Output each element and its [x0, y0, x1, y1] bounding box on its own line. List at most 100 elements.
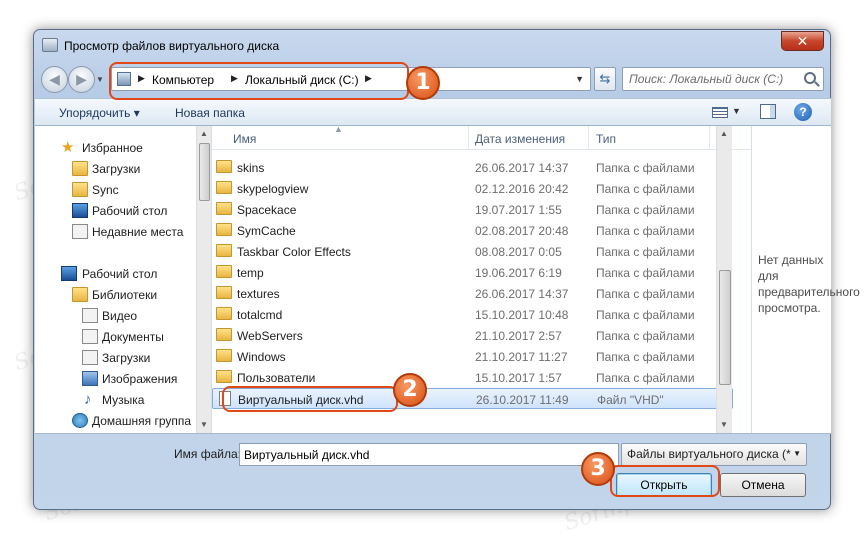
sidebar-item-label: Документы: [102, 330, 164, 344]
scroll-up-icon[interactable]: ▲: [200, 129, 208, 138]
toolbar: Упорядочить ▾ Новая папка ▼ ?: [35, 98, 831, 126]
preview-pane-icon[interactable]: [760, 104, 776, 119]
libraries-icon: [72, 287, 88, 302]
file-date: 02.08.2017 20:48: [475, 224, 569, 238]
file-type: Папка с файлами: [596, 329, 695, 343]
file-date: 21.10.2017 11:27: [475, 350, 568, 364]
folder-icon: [216, 328, 232, 341]
file-dialog-window: Просмотр файлов виртуального диска ✕ ◀ ▶…: [33, 29, 860, 510]
file-row[interactable]: totalcmd 15.10.2017 10:48 Папка с файлам…: [212, 304, 733, 325]
history-dropdown-icon[interactable]: ▼: [96, 75, 104, 84]
refresh-icon[interactable]: ⇆: [594, 67, 616, 91]
file-type: Папка с файлами: [596, 203, 695, 217]
search-box[interactable]: [622, 67, 824, 91]
file-type: Папка с файлами: [596, 182, 695, 196]
cancel-button[interactable]: Отмена: [720, 473, 806, 497]
file-name: Taskbar Color Effects: [237, 245, 351, 259]
pictures-icon: [82, 371, 98, 386]
filename-label: Имя файла:: [174, 447, 241, 461]
view-dropdown-icon[interactable]: ▼: [732, 106, 741, 116]
search-icon[interactable]: [804, 72, 816, 84]
downloads-folder-icon: [72, 161, 88, 176]
file-list-scroll-thumb[interactable]: [719, 270, 731, 385]
file-date: 08.08.2017 0:05: [475, 245, 562, 259]
file-name: temp: [237, 266, 264, 280]
filetype-select[interactable]: Файлы виртуального диска (* ▼: [621, 443, 807, 466]
window-title: Просмотр файлов виртуального диска: [64, 39, 280, 53]
folder-icon: [216, 160, 232, 173]
column-header: ▲ Имя Дата изменения Тип Р: [212, 124, 751, 150]
music-icon: ♪: [84, 391, 92, 408]
sort-arrow-icon: ▲: [334, 124, 343, 134]
folder-icon: [216, 223, 232, 236]
folder-icon: [72, 182, 88, 197]
file-row[interactable]: SymCache 02.08.2017 20:48 Папка с файлам…: [212, 220, 733, 241]
sidebar-scrollbar[interactable]: ▲ ▼: [196, 126, 211, 433]
scroll-down-icon[interactable]: ▼: [200, 420, 208, 429]
file-row[interactable]: skins 26.06.2017 14:37 Папка с файлами: [212, 157, 733, 178]
back-arrow-icon[interactable]: ◀: [41, 66, 68, 93]
callout-badge-3: 3: [581, 452, 615, 486]
organize-button[interactable]: Упорядочить ▾: [59, 106, 140, 120]
folder-icon: [216, 286, 232, 299]
forward-arrow-icon[interactable]: ▶: [68, 66, 95, 93]
content-area: ★ Избранное Загрузки Sync Рабочий стол Н…: [35, 124, 860, 434]
file-name: skins: [237, 161, 265, 175]
documents-icon: [82, 329, 98, 344]
title-bar[interactable]: Просмотр файлов виртуального диска ✕: [34, 30, 830, 60]
file-name: Windows: [237, 350, 286, 364]
file-row[interactable]: textures 26.06.2017 14:37 Папка с файлам…: [212, 283, 733, 304]
navigation-pane: ★ Избранное Загрузки Sync Рабочий стол Н…: [35, 126, 211, 433]
filename-input[interactable]: [239, 443, 619, 466]
view-icon[interactable]: [712, 107, 728, 118]
help-icon[interactable]: ?: [794, 103, 812, 121]
callout-box-open: [610, 465, 720, 497]
file-type: Папка с файлами: [596, 224, 695, 238]
desktop-icon: [61, 266, 77, 281]
address-dropdown-icon[interactable]: ▼: [575, 74, 584, 84]
chevron-down-icon: ▼: [793, 449, 801, 458]
file-row[interactable]: WebServers 21.10.2017 2:57 Папка с файла…: [212, 325, 733, 346]
new-folder-button[interactable]: Новая папка: [175, 106, 245, 120]
file-row[interactable]: skypelogview 02.12.2016 20:42 Папка с фа…: [212, 178, 733, 199]
file-row[interactable]: Windows 21.10.2017 11:27 Папка с файлами: [212, 346, 733, 367]
column-divider[interactable]: [468, 126, 469, 150]
callout-box-address: [109, 62, 409, 100]
file-row[interactable]: temp 19.06.2017 6:19 Папка с файлами: [212, 262, 733, 283]
sidebar-item-label: Избранное: [82, 141, 143, 155]
folder-icon: [216, 370, 232, 383]
column-divider[interactable]: [588, 126, 589, 150]
callout-badge-1: 1: [406, 66, 440, 100]
sidebar-item-label: Недавние места: [92, 225, 184, 239]
sidebar-scroll-thumb[interactable]: [199, 143, 210, 201]
file-type: Папка с файлами: [596, 245, 695, 259]
file-date: 02.12.2016 20:42: [475, 182, 569, 196]
folder-icon: [216, 307, 232, 320]
scroll-up-icon[interactable]: ▲: [720, 129, 728, 138]
scroll-down-icon[interactable]: ▼: [720, 420, 728, 429]
file-row[interactable]: Taskbar Color Effects 08.08.2017 0:05 Па…: [212, 241, 733, 262]
sidebar-item-label: Рабочий стол: [82, 267, 158, 281]
recent-places-icon: [72, 224, 88, 239]
folder-icon: [216, 265, 232, 278]
column-divider[interactable]: [709, 126, 710, 150]
file-list-scrollbar[interactable]: ▲ ▼: [716, 126, 732, 433]
file-type: Папка с файлами: [596, 350, 695, 364]
column-type[interactable]: Тип: [596, 132, 616, 146]
downloads-icon: [82, 350, 98, 365]
column-date[interactable]: Дата изменения: [475, 132, 565, 146]
file-date: 15.10.2017 1:57: [475, 371, 562, 385]
search-input[interactable]: [629, 71, 799, 87]
folder-icon: [216, 202, 232, 215]
file-type: Папка с файлами: [596, 308, 695, 322]
column-name[interactable]: Имя: [233, 132, 256, 146]
file-row[interactable]: Spacekace 19.07.2017 1:55 Папка с файлам…: [212, 199, 733, 220]
callout-box-file: [222, 386, 398, 412]
preview-message: Нет данных для предварительного просмотр…: [758, 253, 860, 315]
file-name: Пользователи: [237, 371, 316, 385]
close-button[interactable]: ✕: [781, 31, 824, 51]
preview-pane: Нет данных для предварительного просмотр…: [751, 126, 860, 433]
file-row[interactable]: Пользователи 15.10.2017 1:57 Папка с фай…: [212, 367, 733, 388]
file-name: skypelogview: [237, 182, 309, 196]
folder-icon: [216, 181, 232, 194]
